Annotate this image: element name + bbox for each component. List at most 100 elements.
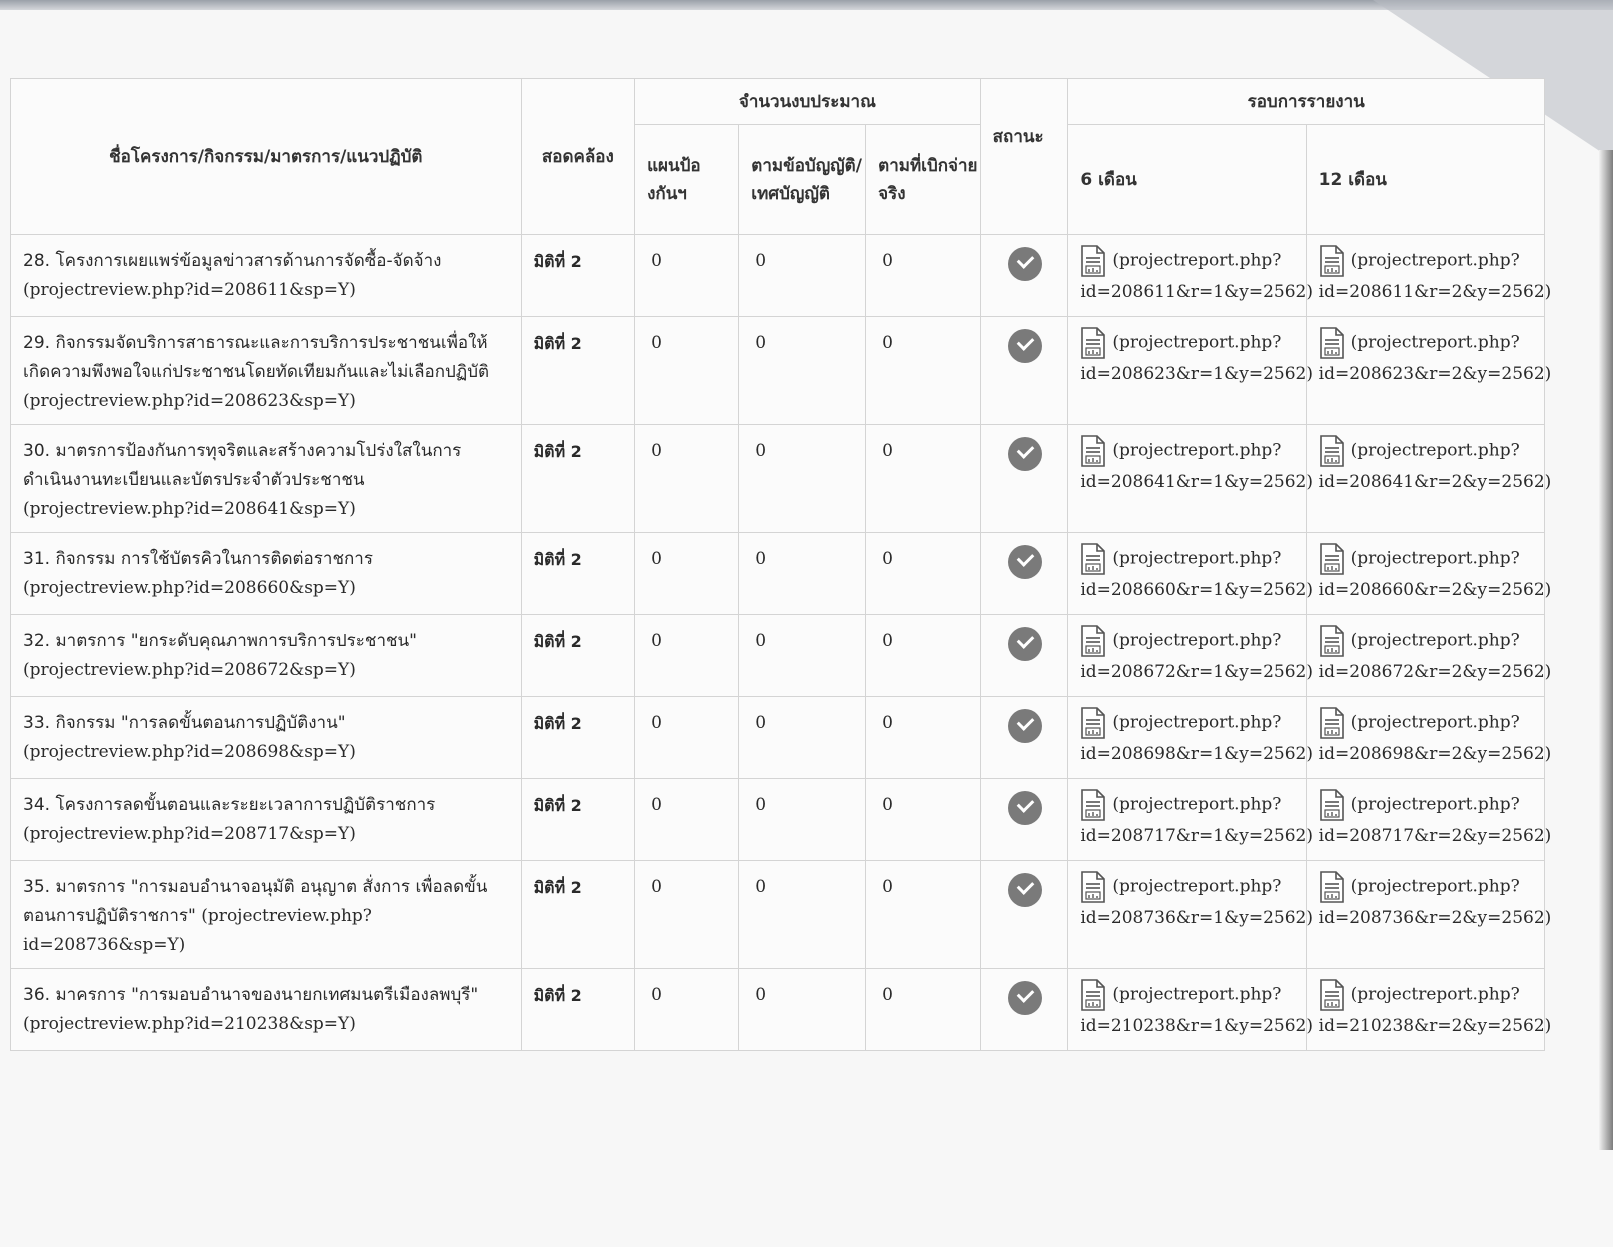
document-chart-icon xyxy=(1081,789,1106,821)
check-circle-icon xyxy=(1008,329,1042,363)
report-12-link[interactable]: (projectreport.php?id=208672&r=2&y=2562) xyxy=(1319,631,1552,683)
report-6-cell[interactable]: (projectreport.php?id=208717&r=1&y=2562) xyxy=(1067,778,1313,861)
budget-law-cell: 0 xyxy=(738,860,867,969)
table-row: 30. มาตรการป้องกันการทุจริตและสร้างความโ… xyxy=(10,424,1551,533)
report-6-link[interactable]: (projectreport.php?id=208717&r=1&y=2562) xyxy=(1080,795,1313,847)
header-report-6-months: 6 เดือน xyxy=(1067,124,1307,235)
report-6-cell[interactable]: (projectreport.php?id=208611&r=1&y=2562) xyxy=(1067,234,1313,317)
report-6-link[interactable]: (projectreport.php?id=208672&r=1&y=2562) xyxy=(1080,631,1313,683)
report-6-link[interactable]: (projectreport.php?id=208611&r=1&y=2562) xyxy=(1080,251,1313,303)
report-6-link[interactable]: (projectreport.php?id=208623&r=1&y=2562) xyxy=(1080,333,1313,385)
project-link[interactable]: (projectreview.php?id=208623&sp=Y) xyxy=(23,391,356,411)
document-chart-icon xyxy=(1319,789,1344,821)
report-12-cell[interactable]: (projectreport.php?id=208611&r=2&y=2562) xyxy=(1305,234,1551,317)
project-cell: 31. กิจกรรม การใช้บัตรคิวในการติดต่อราชก… xyxy=(10,532,522,615)
dimension-cell: มิติที่ 2 xyxy=(520,778,636,861)
table-row: 31. กิจกรรม การใช้บัตรคิวในการติดต่อราชก… xyxy=(10,532,1551,615)
report-6-link[interactable]: (projectreport.php?id=208736&r=1&y=2562) xyxy=(1080,877,1313,929)
header-consistency: สอดคล้อง xyxy=(520,78,636,235)
document-chart-icon xyxy=(1081,979,1106,1011)
status-cell xyxy=(979,778,1069,861)
header-report-12-months: 12 เดือน xyxy=(1305,124,1546,235)
check-circle-icon xyxy=(1008,981,1042,1015)
report-12-cell[interactable]: (projectreport.php?id=208660&r=2&y=2562) xyxy=(1305,532,1551,615)
report-6-cell[interactable]: (projectreport.php?id=208660&r=1&y=2562) xyxy=(1067,532,1313,615)
budget-plan-cell: 0 xyxy=(634,696,740,779)
dimension-cell: มิติที่ 2 xyxy=(520,614,636,697)
report-12-cell[interactable]: (projectreport.php?id=208698&r=2&y=2562) xyxy=(1305,696,1551,779)
budget-actual-cell: 0 xyxy=(865,968,981,1051)
project-link[interactable]: (projectreview.php?id=208611&sp=Y) xyxy=(23,280,356,300)
project-link[interactable]: (projectreview.php?id=208660&sp=Y) xyxy=(23,578,356,598)
document-chart-icon xyxy=(1081,245,1106,277)
report-6-cell[interactable]: (projectreport.php?id=208623&r=1&y=2562) xyxy=(1067,316,1313,425)
project-title: 28. โครงการเผยแพร่ข้อมูลข่าวสารด้านการจั… xyxy=(23,251,442,271)
report-12-cell[interactable]: (projectreport.php?id=208736&r=2&y=2562) xyxy=(1305,860,1551,969)
project-cell: 33. กิจกรรม "การลดขั้นตอนการปฏิบัติงาน" … xyxy=(10,696,522,779)
project-title: 31. กิจกรรม การใช้บัตรคิวในการติดต่อราชก… xyxy=(23,549,373,569)
report-12-cell[interactable]: (projectreport.php?id=208623&r=2&y=2562) xyxy=(1305,316,1551,425)
status-cell xyxy=(979,532,1069,615)
report-12-cell[interactable]: (projectreport.php?id=208672&r=2&y=2562) xyxy=(1305,614,1551,697)
report-6-cell[interactable]: (projectreport.php?id=208736&r=1&y=2562) xyxy=(1067,860,1313,969)
budget-actual-cell: 0 xyxy=(865,778,981,861)
budget-plan-cell: 0 xyxy=(634,532,740,615)
report-6-link[interactable]: (projectreport.php?id=210238&r=1&y=2562) xyxy=(1080,985,1313,1037)
table-row: 28. โครงการเผยแพร่ข้อมูลข่าวสารด้านการจั… xyxy=(10,234,1551,317)
report-6-link[interactable]: (projectreport.php?id=208660&r=1&y=2562) xyxy=(1080,549,1313,601)
report-6-link[interactable]: (projectreport.php?id=208698&r=1&y=2562) xyxy=(1080,713,1313,765)
project-title: 32. มาตรการ "ยกระดับคุณภาพการบริการประชา… xyxy=(23,631,417,651)
document-chart-icon xyxy=(1319,625,1344,657)
report-12-link[interactable]: (projectreport.php?id=208623&r=2&y=2562) xyxy=(1319,333,1552,385)
scan-right-edge xyxy=(1599,150,1613,1150)
budget-actual-cell: 0 xyxy=(865,424,981,533)
table-row: 34. โครงการลดขั้นตอนและระยะเวลาการปฏิบัต… xyxy=(10,778,1551,861)
report-6-cell[interactable]: (projectreport.php?id=208698&r=1&y=2562) xyxy=(1067,696,1313,779)
status-cell xyxy=(979,424,1069,533)
dimension-cell: มิติที่ 2 xyxy=(520,316,636,425)
report-12-cell[interactable]: (projectreport.php?id=208717&r=2&y=2562) xyxy=(1305,778,1551,861)
report-12-link[interactable]: (projectreport.php?id=208660&r=2&y=2562) xyxy=(1319,549,1552,601)
budget-actual-cell: 0 xyxy=(865,696,981,779)
report-6-cell[interactable]: (projectreport.php?id=208672&r=1&y=2562) xyxy=(1067,614,1313,697)
header-report-group: รอบการรายงาน xyxy=(1067,78,1545,125)
report-6-link[interactable]: (projectreport.php?id=208641&r=1&y=2562) xyxy=(1080,441,1313,493)
budget-actual-cell: 0 xyxy=(865,532,981,615)
project-cell: 35. มาตรการ "การมอบอำนาจอนุมัติ อนุญาต ส… xyxy=(10,860,522,969)
project-title: 34. โครงการลดขั้นตอนและระยะเวลาการปฏิบัต… xyxy=(23,795,436,815)
report-12-link[interactable]: (projectreport.php?id=208736&r=2&y=2562) xyxy=(1319,877,1552,929)
report-6-cell[interactable]: (projectreport.php?id=208641&r=1&y=2562) xyxy=(1067,424,1313,533)
budget-plan-cell: 0 xyxy=(634,424,740,533)
project-link[interactable]: (projectreview.php?id=208698&sp=Y) xyxy=(23,742,356,762)
budget-plan-cell: 0 xyxy=(634,860,740,969)
project-link[interactable]: (projectreview.php?id=210238&sp=Y) xyxy=(23,1014,356,1034)
document-chart-icon xyxy=(1319,435,1344,467)
project-cell: 28. โครงการเผยแพร่ข้อมูลข่าวสารด้านการจั… xyxy=(10,234,522,317)
report-12-link[interactable]: (projectreport.php?id=208698&r=2&y=2562) xyxy=(1319,713,1552,765)
document-chart-icon xyxy=(1319,543,1344,575)
document-chart-icon xyxy=(1081,871,1106,903)
document-chart-icon xyxy=(1081,543,1106,575)
status-cell xyxy=(979,968,1069,1051)
report-12-link[interactable]: (projectreport.php?id=208641&r=2&y=2562) xyxy=(1319,441,1552,493)
project-title: 29. กิจกรรมจัดบริการสาธารณะและการบริการป… xyxy=(23,333,490,382)
document-chart-icon xyxy=(1081,625,1106,657)
project-cell: 32. มาตรการ "ยกระดับคุณภาพการบริการประชา… xyxy=(10,614,522,697)
budget-law-cell: 0 xyxy=(738,532,867,615)
project-table: ชื่อโครงการ/กิจกรรม/มาตรการ/แนวปฏิบัติ ส… xyxy=(10,78,1551,1051)
project-link[interactable]: (projectreview.php?id=208672&sp=Y) xyxy=(23,660,356,680)
header-budget-group: จำนวนงบประมาณ xyxy=(634,78,981,125)
budget-law-cell: 0 xyxy=(738,234,867,317)
project-link[interactable]: (projectreview.php?id=208717&sp=Y) xyxy=(23,824,356,844)
table-row: 36. มาครการ "การมอบอำนาจของนายกเทศมนตรีเ… xyxy=(10,968,1551,1051)
report-12-link[interactable]: (projectreport.php?id=208611&r=2&y=2562) xyxy=(1319,251,1552,303)
report-12-cell[interactable]: (projectreport.php?id=210238&r=2&y=2562) xyxy=(1305,968,1551,1051)
report-6-cell[interactable]: (projectreport.php?id=210238&r=1&y=2562) xyxy=(1067,968,1313,1051)
status-cell xyxy=(979,696,1069,779)
status-cell xyxy=(979,860,1069,969)
report-12-cell[interactable]: (projectreport.php?id=208641&r=2&y=2562) xyxy=(1305,424,1551,533)
report-12-link[interactable]: (projectreport.php?id=208717&r=2&y=2562) xyxy=(1319,795,1552,847)
document-chart-icon xyxy=(1319,245,1344,277)
project-link[interactable]: (projectreview.php?id=208641&sp=Y) xyxy=(23,499,356,519)
report-12-link[interactable]: (projectreport.php?id=210238&r=2&y=2562) xyxy=(1319,985,1552,1037)
